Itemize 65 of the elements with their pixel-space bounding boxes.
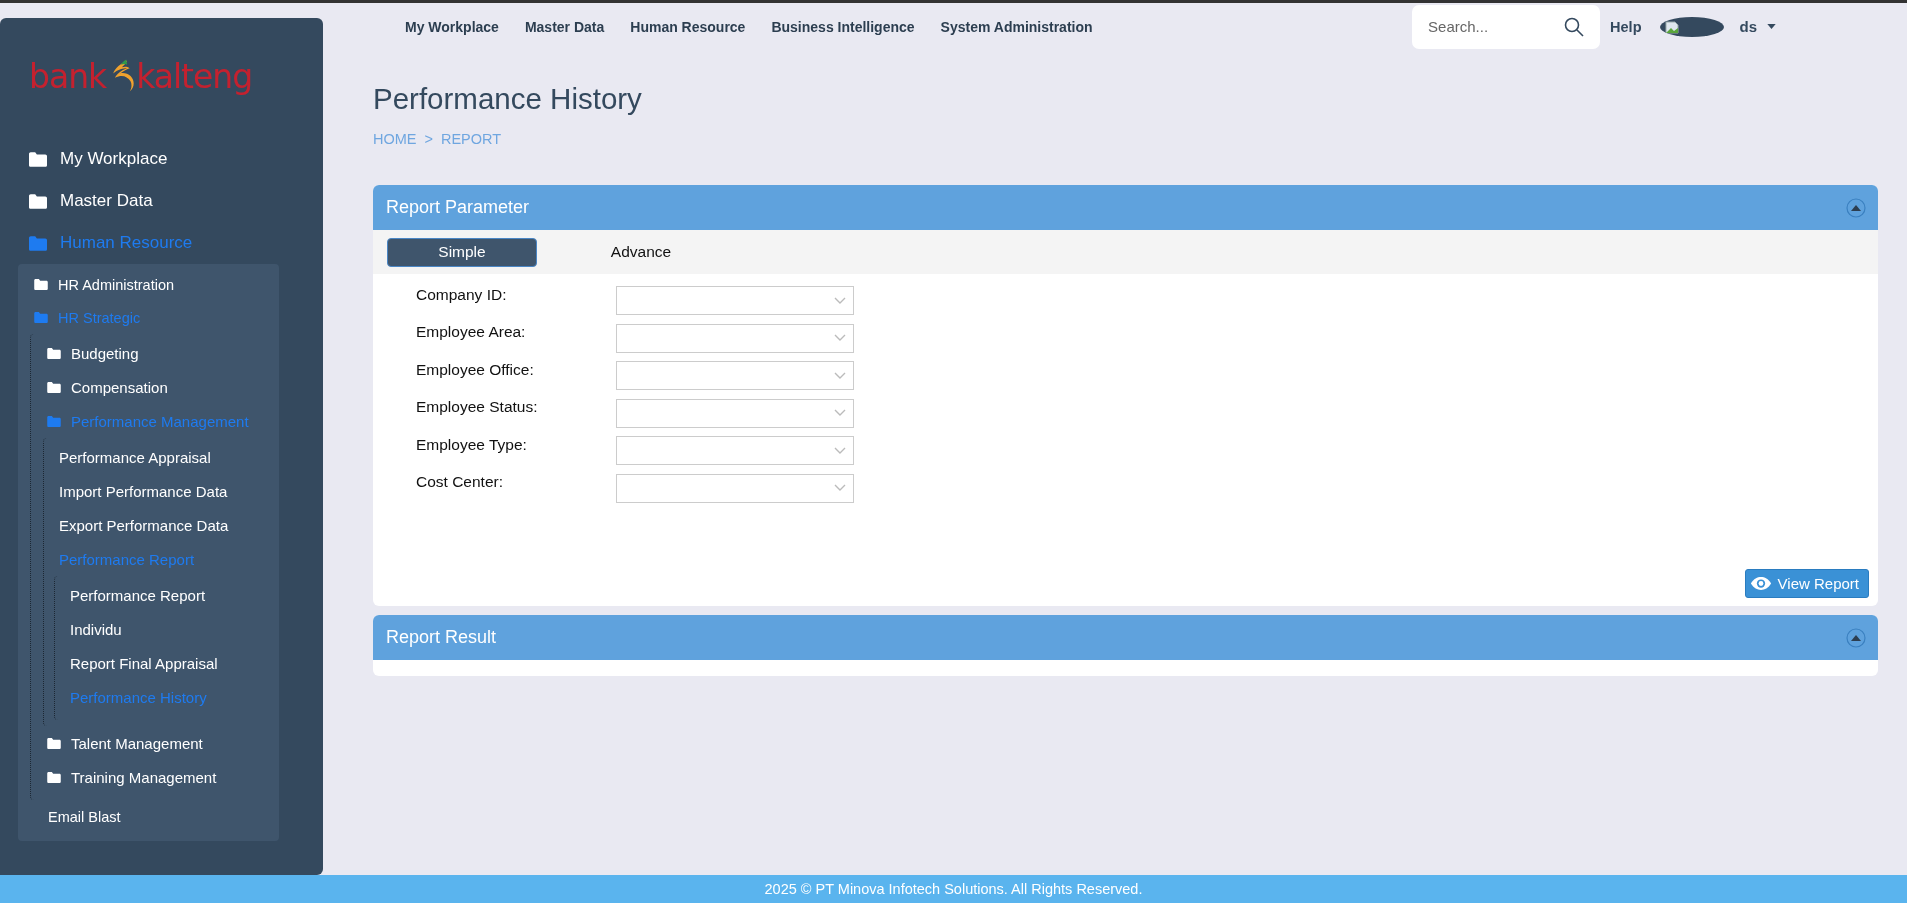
- chevron-icon: [834, 296, 846, 305]
- copyright-text: 2025 © PT Minova Infotech Solutions. All Rights Reserved.: [764, 881, 1143, 897]
- field-label: Company ID:: [416, 285, 508, 304]
- dropdown-field[interactable]: [616, 361, 854, 391]
- sidebar-menu-item[interactable]: Import Performance Data: [44, 474, 228, 508]
- field-label: Employee Office:: [416, 360, 535, 379]
- folder-icon: [29, 235, 47, 251]
- folder-icon: [47, 347, 61, 359]
- top-nav-link[interactable]: System Administration: [940, 18, 1093, 35]
- help-link[interactable]: Help: [1610, 18, 1642, 35]
- top-nav-link[interactable]: Human Resource: [630, 18, 746, 35]
- dropdown-field[interactable]: [616, 398, 854, 428]
- dropdown-field[interactable]: [616, 473, 854, 503]
- sidebar-menu-item[interactable]: Individu: [55, 612, 122, 646]
- sidebar-menu-item[interactable]: Training Management: [31, 760, 217, 794]
- sidebar-menu-item[interactable]: Report Final Appraisal: [55, 646, 218, 680]
- collapse-icon[interactable]: [1846, 627, 1866, 648]
- chevron-icon: [834, 371, 846, 380]
- sidebar-menu-item[interactable]: Budgeting: [31, 336, 139, 370]
- logo-text: kalteng: [136, 56, 253, 96]
- logo-text: bank: [29, 56, 107, 96]
- broken-image-icon: [1664, 18, 1681, 35]
- tab[interactable]: Simple: [387, 237, 537, 267]
- eye-icon: [1749, 576, 1772, 591]
- sidebar-menu-item[interactable]: Compensation: [31, 370, 168, 404]
- chevron-icon: [834, 334, 846, 343]
- folder-icon: [29, 193, 47, 209]
- panel-title: Report Parameter: [386, 197, 530, 218]
- folder-icon: [47, 381, 61, 393]
- breadcrumb-separator: >: [424, 131, 433, 147]
- folder-icon: [29, 151, 47, 167]
- collapse-icon[interactable]: [1846, 197, 1866, 218]
- folder-icon: [47, 771, 61, 783]
- chevron-icon: [834, 409, 846, 418]
- page-title: Performance History: [373, 82, 643, 116]
- field-label: Cost Center:: [416, 473, 504, 492]
- top-nav-link[interactable]: My Workplace: [405, 18, 499, 35]
- folder-icon: [47, 415, 61, 427]
- caret-icon: [1767, 24, 1776, 29]
- sidebar-menu-item[interactable]: Email Blast: [18, 800, 121, 833]
- dropdown-field[interactable]: [616, 323, 854, 353]
- sidebar-menu-item[interactable]: Talent Management: [31, 726, 203, 760]
- search-field[interactable]: Search...: [1412, 4, 1601, 49]
- sidebar-menu-item[interactable]: Performance Appraisal: [44, 440, 211, 474]
- field-label: Employee Area:: [416, 323, 527, 342]
- field-label: Employee Type:: [416, 435, 528, 454]
- tab[interactable]: Advance: [566, 237, 716, 267]
- sidebar-menu-item[interactable]: Master Data: [0, 180, 153, 222]
- sidebar-menu-item[interactable]: Export Performance Data: [44, 508, 229, 542]
- sidebar-menu-item[interactable]: HR Administration: [18, 268, 175, 301]
- chevron-icon: [834, 446, 846, 455]
- user-menu[interactable]: ds: [1739, 18, 1776, 35]
- folder-icon: [47, 737, 61, 749]
- top-nav-link[interactable]: Master Data: [524, 18, 605, 35]
- search-icon[interactable]: [1564, 16, 1585, 37]
- top-nav-link[interactable]: Business Intelligence: [771, 18, 915, 35]
- dropdown-field[interactable]: [616, 436, 854, 466]
- sidebar-menu-item[interactable]: Performance Report: [55, 578, 206, 612]
- field-label: Employee Status:: [416, 398, 539, 417]
- chevron-icon: [834, 484, 846, 493]
- folder-icon: [34, 279, 48, 290]
- panel-title: Report Result: [386, 627, 497, 648]
- dropdown-field[interactable]: [616, 286, 854, 316]
- sidebar-menu-item[interactable]: My Workplace: [0, 138, 168, 180]
- folder-icon: [34, 312, 48, 323]
